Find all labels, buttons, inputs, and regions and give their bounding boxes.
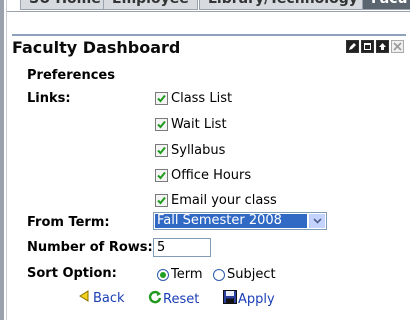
- checkbox-syllabus[interactable]: [155, 144, 168, 157]
- preferences-heading: Preferences: [27, 68, 115, 83]
- link-option-label: Wait List: [171, 117, 227, 132]
- link-option-label: Office Hours: [171, 168, 252, 183]
- reset-link[interactable]: Reset: [148, 290, 199, 308]
- apply-link[interactable]: Apply: [223, 290, 275, 308]
- tab-strip-divider: [7, 11, 410, 12]
- tab-library-technology[interactable]: Library/Technology: [199, 0, 367, 10]
- chevron-down-icon[interactable]: [309, 214, 325, 228]
- refresh-icon: [148, 290, 162, 308]
- link-option-email-class[interactable]: Email your class: [155, 193, 277, 208]
- apply-link-label: Apply: [238, 291, 275, 307]
- number-of-rows-input[interactable]: 5: [153, 238, 211, 257]
- number-of-rows-label: Number of Rows:: [27, 240, 153, 255]
- sort-option-subject[interactable]: Subject: [213, 267, 276, 282]
- link-option-label: Syllabus: [171, 143, 226, 158]
- sort-option-subject-label: Subject: [227, 267, 276, 282]
- tab-employee[interactable]: Employee: [103, 0, 198, 10]
- checkbox-wait-list[interactable]: [155, 118, 168, 131]
- page-frame-inner-edge: [6, 0, 7, 320]
- link-option-syllabus[interactable]: Syllabus: [155, 143, 225, 158]
- close-icon[interactable]: [391, 40, 404, 53]
- restore-icon[interactable]: [376, 40, 389, 53]
- save-disk-icon: [223, 290, 237, 308]
- reset-link-label: Reset: [163, 291, 200, 307]
- sort-option-term[interactable]: Term: [157, 267, 203, 282]
- link-option-label: Class List: [171, 91, 233, 106]
- radio-term[interactable]: [157, 268, 169, 281]
- radio-subject[interactable]: [213, 268, 225, 281]
- portlet-window-controls: [346, 40, 404, 54]
- edit-icon[interactable]: [346, 40, 359, 53]
- checkbox-class-list[interactable]: [155, 92, 168, 105]
- maximize-icon[interactable]: [361, 40, 374, 53]
- link-option-office-hours[interactable]: Office Hours: [155, 168, 251, 183]
- sort-option-term-label: Term: [171, 267, 203, 282]
- checkbox-office-hours[interactable]: [155, 169, 168, 182]
- back-link[interactable]: Back: [79, 290, 125, 306]
- link-option-wait-list[interactable]: Wait List: [155, 117, 227, 132]
- links-label: Links:: [27, 91, 71, 106]
- portlet-title: Faculty Dashboard: [12, 38, 181, 57]
- tab-su-home[interactable]: SU Home: [20, 0, 110, 10]
- sort-option-label: Sort Option:: [27, 266, 117, 281]
- from-term-selected-value: Fall Semester 2008: [155, 214, 307, 228]
- page-frame-edge: [0, 0, 4, 320]
- back-arrow-icon: [79, 290, 92, 306]
- from-term-select[interactable]: Fall Semester 2008: [153, 212, 327, 230]
- link-option-class-list[interactable]: Class List: [155, 91, 232, 106]
- back-link-label: Back: [93, 290, 125, 306]
- tab-faculty[interactable]: Facu: [362, 0, 410, 10]
- checkbox-email-class[interactable]: [155, 194, 168, 207]
- link-option-label: Email your class: [171, 193, 277, 208]
- from-term-label: From Term:: [27, 215, 110, 230]
